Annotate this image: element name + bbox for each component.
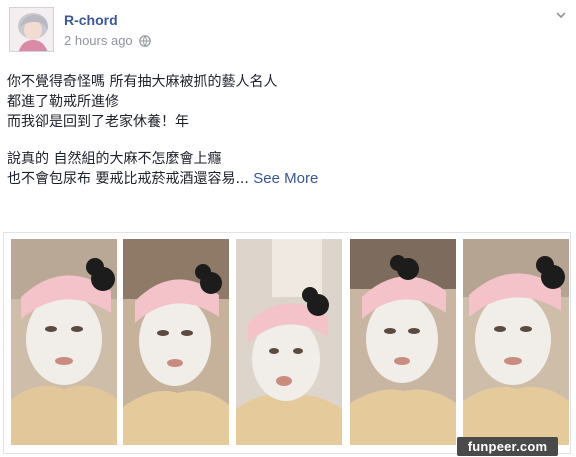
see-more-link[interactable]: See More xyxy=(253,170,318,187)
globe-icon[interactable] xyxy=(138,34,151,47)
post-text-line: 都進了勒戒所進修 xyxy=(7,94,119,110)
avatar[interactable] xyxy=(9,7,54,52)
post-meta: 2 hours ago xyxy=(64,33,151,48)
post-timestamp[interactable]: 2 hours ago xyxy=(64,33,133,48)
photo-4[interactable] xyxy=(350,239,456,445)
photo-3[interactable] xyxy=(236,239,342,445)
post-text-line: 說真的 自然組的大麻不怎麼會上癮 xyxy=(7,151,222,167)
chevron-down-icon[interactable] xyxy=(554,8,568,22)
post-body: 你不覺得奇怪嗎 所有抽大麻被抓的藝人名人 都進了勒戒所進修 而我卻是回到了老家休… xyxy=(7,72,567,189)
post-text-truncated: 也不會包尿布 要戒比戒菸戒酒還容易... xyxy=(7,171,249,187)
post-text-line: 你不覺得奇怪嗎 所有抽大麻被抓的藝人名人 xyxy=(7,74,278,90)
post-text-line: 而我卻是回到了老家休養！年 xyxy=(7,114,189,130)
post-text-line-last: 也不會包尿布 要戒比戒菸戒酒還容易... See More xyxy=(7,169,567,189)
photo-5[interactable] xyxy=(463,239,569,445)
watermark: funpeer.com xyxy=(457,437,558,456)
author-name[interactable]: R-chord xyxy=(64,12,118,28)
photo-strip xyxy=(3,232,571,454)
photo-2[interactable] xyxy=(123,239,229,445)
facebook-post: R-chord 2 hours ago 你不覺得奇怪嗎 所有抽大麻被抓的藝人名人… xyxy=(0,0,576,457)
photo-1[interactable] xyxy=(11,239,117,445)
